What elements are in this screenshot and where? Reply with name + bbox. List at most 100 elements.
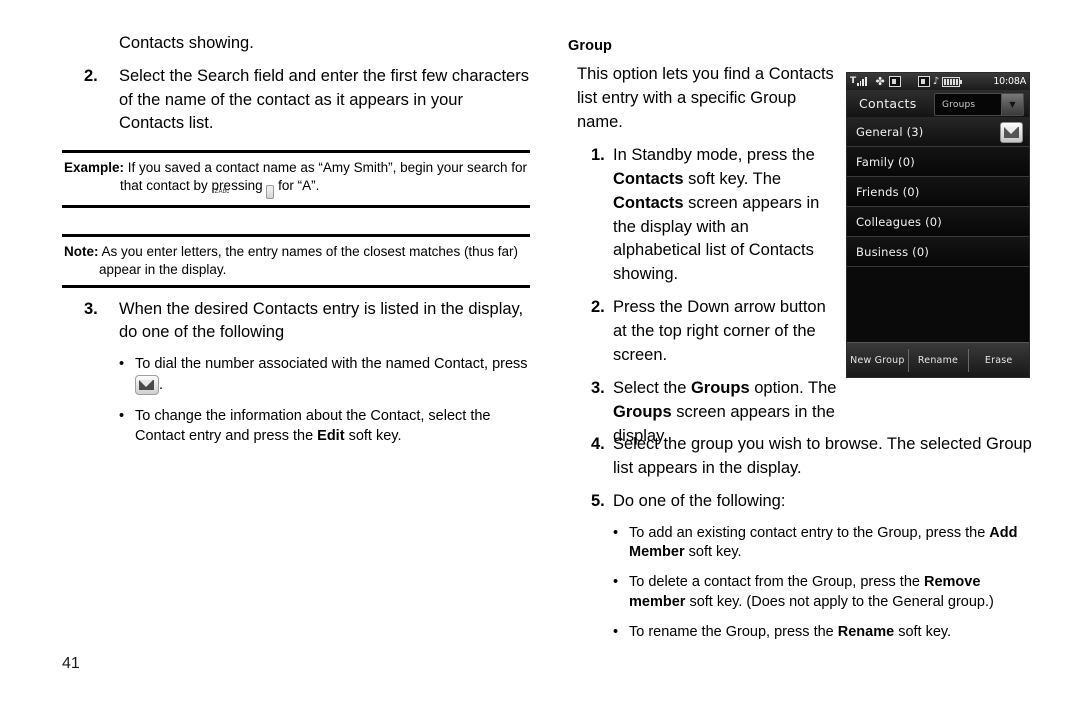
right-bullet-3-text: To rename the Group, press the Rename so… bbox=[629, 623, 1036, 643]
phone-group-list: General (3) Family (0) Friends (0) Colle… bbox=[847, 117, 1029, 267]
list-item[interactable]: General (3) bbox=[847, 117, 1029, 147]
left-column: Contacts showing. 2. Select the Search f… bbox=[62, 32, 530, 446]
right-bullet-2-text: To delete a contact from the Group, pres… bbox=[629, 573, 1036, 612]
envelope-key-icon bbox=[135, 375, 159, 396]
battery-icon bbox=[942, 76, 963, 87]
right-bullet-2: • To delete a contact from the Group, pr… bbox=[613, 573, 1036, 612]
soft-key-new-group[interactable]: New Group bbox=[847, 355, 908, 366]
step3-bold1: Groups bbox=[690, 379, 750, 398]
signal-label: T bbox=[850, 76, 857, 86]
envelope-icon[interactable] bbox=[1000, 122, 1023, 143]
left-bullet-1-text: To dial the number associated with the n… bbox=[135, 355, 530, 396]
list-item-label: Business (0) bbox=[856, 244, 930, 259]
step1-part1: In Standby mode, press the bbox=[613, 145, 815, 164]
rb2-part2: soft key. (Does not apply to the General… bbox=[685, 593, 994, 610]
step1-bold1: Contacts bbox=[613, 169, 684, 188]
phone-title: Contacts bbox=[859, 96, 917, 111]
left-bullet-2: • To change the information about the Co… bbox=[119, 407, 530, 446]
step3-part1: Select the bbox=[613, 379, 691, 398]
list-item-label: General (3) bbox=[856, 124, 924, 139]
example-text-after: for “A”. bbox=[278, 177, 320, 193]
keycap-sub: Abc bbox=[218, 188, 230, 195]
left-step-2-number: 2. bbox=[84, 67, 98, 86]
right-step-2-number: 2. bbox=[591, 298, 605, 317]
page-number: 41 bbox=[62, 655, 80, 672]
bullet-dot-icon: • bbox=[613, 524, 619, 541]
bullet-1-text-after: . bbox=[159, 377, 164, 394]
envelope-glyph bbox=[1004, 127, 1019, 138]
note-callout: Note: As you enter letters, the entry na… bbox=[62, 233, 530, 288]
bullet-dot-icon: • bbox=[613, 623, 619, 640]
list-item-label: Family (0) bbox=[856, 154, 915, 169]
bullet-2-bold: Edit bbox=[317, 427, 345, 444]
bullet-2-part2: soft key. bbox=[344, 427, 402, 444]
list-item-label: Friends (0) bbox=[856, 184, 920, 199]
right-step-4-number: 4. bbox=[591, 435, 605, 453]
list-item-label: Colleagues (0) bbox=[856, 214, 942, 229]
signal-bars-icon bbox=[857, 77, 867, 86]
right-column-wide: 4. Select the group you wish to browse. … bbox=[568, 424, 1036, 642]
left-bullet-1: • To dial the number associated with the… bbox=[119, 355, 530, 396]
phone-screenshot: T ✤ ♪ 10:08A Contacts Groups ▼ General (… bbox=[846, 72, 1030, 378]
right-step-4-text: Select the group you wish to browse. The… bbox=[613, 435, 1032, 477]
rb2-part1: To delete a contact from the Group, pres… bbox=[629, 574, 924, 591]
groups-dropdown-value: Groups bbox=[942, 99, 976, 110]
example-text-before: If you saved a contact name as “Amy Smit… bbox=[120, 159, 527, 193]
callout-gap bbox=[62, 208, 530, 220]
phone-status-bar: T ✤ ♪ 10:08A bbox=[847, 73, 1029, 90]
soft-key-rename[interactable]: Rename bbox=[907, 348, 969, 372]
note-callout-text: Note: As you enter letters, the entry na… bbox=[64, 243, 528, 279]
left-step-2: 2. Select the Search field and enter the… bbox=[62, 65, 530, 135]
left-step-3-text: When the desired Contacts entry is liste… bbox=[119, 299, 524, 341]
right-step-5: 5. Do one of the following: bbox=[568, 490, 1036, 514]
right-step-5-number: 5. bbox=[591, 491, 605, 510]
left-step-3-number: 3. bbox=[84, 299, 98, 318]
envelope-glyph bbox=[139, 379, 154, 390]
rb3-part1: To rename the Group, press the bbox=[629, 623, 838, 640]
phone-title-bar: Contacts Groups ▼ bbox=[847, 90, 1029, 117]
list-item[interactable]: Friends (0) bbox=[847, 177, 1029, 207]
right-bullet-1-text: To add an existing contact entry to the … bbox=[629, 524, 1036, 563]
music-note-icon: ♪ bbox=[932, 76, 940, 87]
right-step-1-number: 1. bbox=[591, 145, 605, 164]
bullet-dot-icon: • bbox=[119, 407, 125, 424]
right-bullet-1: • To add an existing contact entry to th… bbox=[613, 524, 1036, 563]
step3-part2: option. The bbox=[749, 379, 837, 398]
right-bullet-3: • To rename the Group, press the Rename … bbox=[613, 623, 1036, 643]
soft-key-erase[interactable]: Erase bbox=[968, 348, 1029, 372]
manual-page: Contacts showing. 2. Select the Search f… bbox=[0, 0, 1080, 720]
step1-bold2: Contacts bbox=[613, 193, 684, 212]
bullet-dot-icon: • bbox=[119, 356, 125, 373]
bluetooth-box-icon bbox=[917, 76, 930, 87]
list-item[interactable]: Colleagues (0) bbox=[847, 207, 1029, 237]
rb3-bold: Rename bbox=[837, 623, 895, 640]
phone-soft-keys: New Group Rename Erase bbox=[847, 342, 1029, 377]
right-step-1: 1. In Standby mode, press the Contacts s… bbox=[568, 144, 838, 288]
section-heading: Group bbox=[568, 38, 612, 54]
continued-text: Contacts showing. bbox=[119, 34, 254, 52]
right-step-2: 2. Press the Down arrow button at the to… bbox=[568, 296, 838, 368]
status-time: 10:08A bbox=[993, 75, 1026, 87]
rb3-part2: soft key. bbox=[894, 623, 952, 640]
list-item[interactable]: Business (0) bbox=[847, 237, 1029, 267]
keypad-2-abc-icon: 2Abc bbox=[214, 184, 275, 199]
left-bullet-2-text: To change the information about the Cont… bbox=[135, 407, 530, 446]
chevron-down-icon[interactable]: ▼ bbox=[1001, 94, 1023, 115]
groups-dropdown[interactable]: Groups ▼ bbox=[934, 93, 1024, 116]
bullet-dot-icon: • bbox=[613, 574, 619, 591]
bullet-2-part1: To change the information about the Cont… bbox=[135, 407, 491, 444]
bullet-1-text-before: To dial the number associated with the n… bbox=[135, 356, 528, 373]
left-step-2-text: Select the Search field and enter the fi… bbox=[119, 67, 529, 133]
step3-bold2: Groups bbox=[613, 402, 672, 421]
right-column: Group This option lets you find a Contac… bbox=[568, 38, 838, 449]
example-callout-text: Example: If you saved a contact name as … bbox=[64, 159, 528, 199]
right-step-2-text: Press the Down arrow button at the top r… bbox=[613, 298, 826, 365]
list-item[interactable]: Family (0) bbox=[847, 147, 1029, 177]
rb1-part2: soft key. bbox=[684, 544, 742, 561]
right-step-1-text: In Standby mode, press the Contacts soft… bbox=[613, 144, 838, 288]
example-label: Example: bbox=[64, 159, 125, 175]
gps-crosshair-icon: ✤ bbox=[875, 75, 885, 88]
right-step-5-text: Do one of the following: bbox=[613, 491, 786, 510]
example-callout: Example: If you saved a contact name as … bbox=[62, 149, 530, 208]
rb1-part1: To add an existing contact entry to the … bbox=[629, 524, 990, 541]
